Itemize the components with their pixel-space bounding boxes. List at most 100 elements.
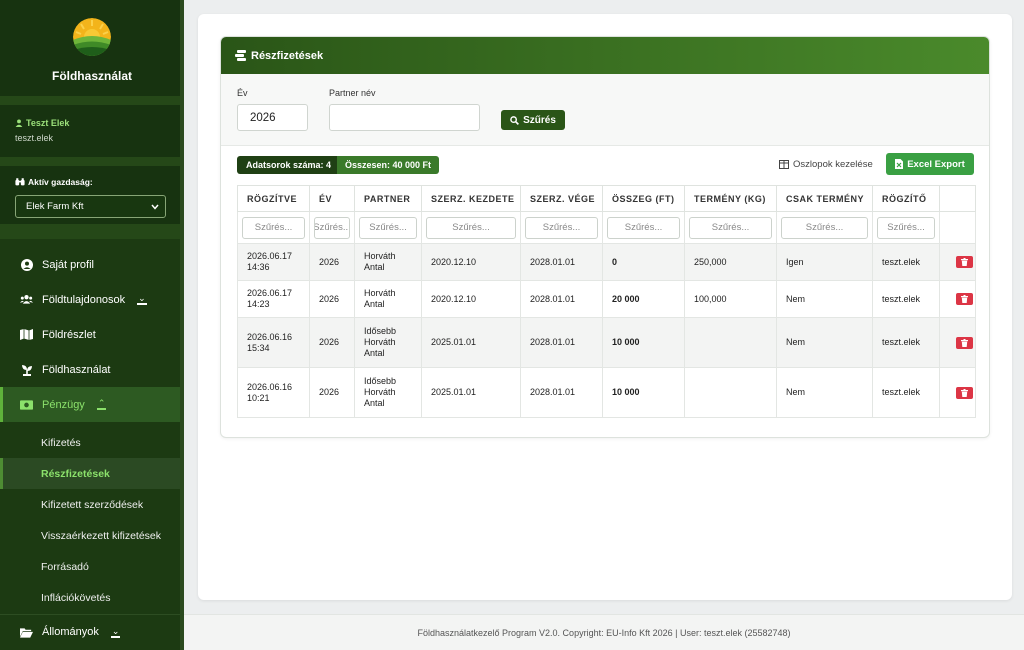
farm-selector-block: Aktív gazdaság: Elek Farm Kft [0, 166, 184, 224]
cell-contract-start: 2020.12.10 [421, 280, 521, 318]
submenu-item-inflation[interactable]: Inflációkövetés [0, 582, 184, 613]
delete-button[interactable] [956, 293, 973, 305]
column-filter-input[interactable]: Szűrés... [689, 216, 772, 239]
file-excel-icon [895, 159, 904, 169]
filter-button[interactable]: Szűrés [501, 110, 565, 130]
delete-button[interactable] [956, 336, 973, 349]
submenu-item-withholding-tax[interactable]: Forrásadó [0, 551, 184, 582]
delete-button[interactable] [956, 386, 973, 399]
sidebar-item-parcel[interactable]: Földrészlet [0, 317, 184, 352]
column-filter-input[interactable]: Szűrés... [877, 216, 935, 239]
partner-input[interactable] [329, 104, 480, 131]
column-header-crop[interactable]: TERMÉNY (KG) [684, 185, 777, 212]
user-name: Teszt Elek [15, 118, 184, 128]
sidebar-item-label: Állományok [42, 626, 99, 638]
cell-contract-end: 2028.01.01 [520, 317, 603, 368]
cell-crop: 250,000 [684, 243, 777, 281]
column-header-amount[interactable]: ÖSSZEG (FT) [602, 185, 685, 212]
submenu-item-payment[interactable]: Kifizetés [0, 427, 184, 458]
sidebar-item-landuse[interactable]: Földhasználat [0, 352, 184, 387]
column-filter-input[interactable]: Szűrés... [426, 216, 516, 239]
sidebar-scrollbar[interactable] [180, 0, 184, 650]
farm-label: Aktív gazdaság: [15, 177, 184, 187]
submenu-item-partial-payments[interactable]: Részfizetések [0, 458, 184, 489]
map-icon [20, 328, 33, 341]
money-icon [20, 398, 33, 411]
chevron-up-icon: ⌃ [96, 398, 107, 410]
delete-button[interactable] [956, 256, 973, 268]
table-row: 2026.06.16 15:34 2026 Idősebb Horváth Antal… [237, 317, 976, 368]
column-filter-input[interactable]: Szűrés... [242, 216, 305, 239]
cell-crop-only: Igen [776, 243, 873, 281]
sidebar-item-holdings[interactable]: Állományok ⌄ [0, 614, 180, 649]
cell-contract-end: 2028.01.01 [520, 243, 603, 281]
column-header-recorded[interactable]: RÖGZÍTVE [237, 185, 310, 212]
columns-button[interactable]: Oszlopok kezelése [779, 159, 873, 170]
folder-open-icon [20, 626, 33, 639]
cell-amount: 10 000 [602, 367, 685, 418]
cell-recorded: 2026.06.16 10:21 [237, 367, 310, 418]
cell-amount: 10 000 [602, 317, 685, 368]
user-login: teszt.elek [15, 133, 54, 143]
cell-recorder: teszt.elek [872, 280, 940, 318]
trash-icon [961, 388, 968, 397]
farm-label-text: Aktív gazdaság: [28, 177, 93, 187]
sidebar-item-label: Saját profil [42, 258, 94, 271]
column-filter-input[interactable]: Szűrés... [359, 216, 417, 239]
farm-select[interactable]: Elek Farm Kft [15, 195, 166, 218]
year-input[interactable]: 2026 [237, 104, 308, 131]
cell-crop-only: Nem [776, 317, 873, 368]
rows-count-badge: Adatsorok száma: 4 [237, 156, 341, 174]
year-label: Év [237, 88, 248, 98]
sidebar-item-label: Földhasználat [42, 363, 111, 376]
finance-submenu: Kifizetés Részfizetések Kifizetett szerz… [0, 422, 184, 613]
user-info: Teszt Elek teszt.elek [0, 105, 184, 157]
column-header-contract-end[interactable]: SZERZ. VÉGE [520, 185, 603, 212]
coins-icon [235, 50, 246, 61]
cell-contract-start: 2025.01.01 [421, 317, 521, 368]
partner-label: Partner név [329, 88, 376, 98]
table-row: 2026.06.17 14:36 2026 Horváth Antal 2020.1… [237, 243, 976, 281]
cell-partner: Idősebb Horváth Antal [354, 367, 422, 418]
submenu-item-paid-contracts[interactable]: Kifizetett szerződések [0, 489, 184, 520]
sidebar-item-owners[interactable]: Földtulajdonosok ⌄ [0, 282, 184, 317]
column-header-contract-start[interactable]: SZERZ. KEZDETE [421, 185, 521, 212]
cell-amount: 0 [602, 243, 685, 281]
trash-icon [961, 295, 968, 303]
brand: Földhasználat [0, 0, 184, 96]
column-filter-input[interactable]: Szűrés... [314, 216, 350, 239]
footer: Földhasználatkezelő Program V2.0. Copyri… [184, 614, 1024, 650]
panel-title: Részfizetések [251, 49, 324, 62]
column-filter-input[interactable]: Szűrés... [607, 216, 680, 239]
total-badge: Összesen: 40 000 Ft [337, 156, 440, 174]
submenu-item-returned-payments[interactable]: Visszaérkezett kifizetések [0, 520, 184, 551]
cell-year: 2026 [309, 243, 355, 281]
column-header-partner[interactable]: PARTNER [354, 185, 422, 212]
column-filter-input[interactable]: Szűrés... [781, 216, 868, 239]
sidebar: Földhasználat Teszt Elek teszt.elek Aktí… [0, 0, 184, 650]
column-filter-input[interactable]: Szűrés... [525, 216, 598, 239]
sun-field-logo [73, 18, 111, 56]
columns-icon [779, 160, 789, 169]
cell-recorder: teszt.elek [872, 243, 940, 281]
cell-partner: Horváth Antal [354, 280, 422, 318]
partial-payments-panel: Részfizetések Év 2026 Partner név Szűrés… [220, 36, 990, 438]
column-header-year[interactable]: ÉV [309, 185, 355, 212]
column-header-crop-only[interactable]: CSAK TERMÉNY [776, 185, 873, 212]
cell-amount: 20 000 [602, 280, 685, 318]
cell-year: 2026 [309, 317, 355, 368]
column-header-recorder[interactable]: RÖGZÍTŐ [872, 185, 940, 212]
farm-select-value: Elek Farm Kft [26, 201, 84, 212]
cell-contract-start: 2025.01.01 [421, 367, 521, 418]
sidebar-item-label: Földtulajdonosok [42, 293, 126, 306]
sidebar-item-label: Pénzügy [42, 398, 85, 411]
sidebar-item-finance[interactable]: Pénzügy ⌃ [0, 387, 184, 422]
cell-contract-start: 2020.12.10 [421, 243, 521, 281]
cell-contract-end: 2028.01.01 [520, 367, 603, 418]
cell-recorded: 2026.06.16 15:34 [237, 317, 310, 368]
excel-export-button[interactable]: Excel Export [886, 153, 974, 175]
sidebar-item-profile[interactable]: Saját profil [0, 247, 184, 282]
seedling-icon [20, 363, 33, 376]
chevron-down-icon: ⌄ [137, 293, 147, 305]
cell-recorded: 2026.06.17 14:23 [237, 280, 310, 318]
